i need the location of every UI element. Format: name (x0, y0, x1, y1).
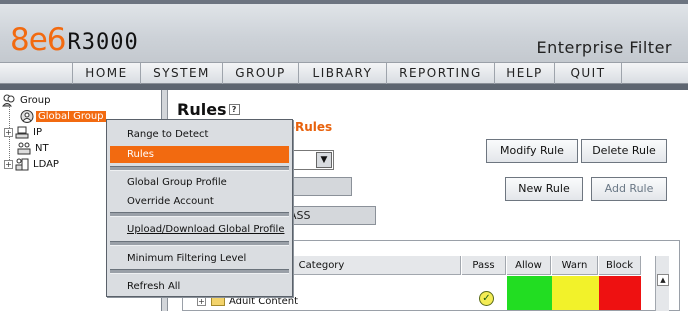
context-menu: Range to Detect Rules Global Group Profi… (106, 119, 293, 297)
nav-quit[interactable]: QUIT (554, 63, 622, 84)
category-label: Adult Content (229, 295, 298, 307)
header-banner: 8e6 R3000 Enterprise Filter (0, 0, 688, 62)
menu-separator (110, 166, 289, 171)
nav-reporting[interactable]: REPORTING (386, 63, 494, 84)
rule-field-1 (286, 177, 352, 196)
page-title: Rules ? (177, 100, 240, 119)
logo: 8e6 R3000 (10, 20, 139, 56)
logo-model: R3000 (67, 30, 139, 55)
app-window: 8e6 R3000 Enterprise Filter HOME SYSTEM … (0, 0, 688, 311)
menu-item-upload-download-profile[interactable]: Upload/Download Global Profile (110, 221, 289, 238)
users-icon (17, 142, 31, 154)
menu-item-rules[interactable]: Rules (110, 146, 289, 163)
expand-icon[interactable]: + (4, 159, 13, 169)
menu-separator (110, 241, 289, 246)
col-header-warn[interactable]: Warn (552, 256, 598, 275)
nav-system[interactable]: SYSTEM (140, 63, 222, 84)
tree-item-label: NT (35, 142, 49, 154)
chevron-down-icon[interactable]: ▼ (316, 152, 332, 168)
new-rule-button[interactable]: New Rule (505, 177, 583, 201)
expand-icon[interactable]: + (197, 296, 206, 306)
help-icon[interactable]: ? (228, 104, 240, 115)
network-icon (15, 126, 29, 138)
tree-item-label: LDAP (33, 158, 59, 170)
group-icon (2, 94, 15, 106)
col-header-allow[interactable]: Allow (507, 256, 551, 275)
add-rule-button[interactable]: Add Rule (591, 177, 667, 201)
tree-item-label: IP (33, 126, 42, 138)
rule-field-2: ASS (286, 206, 376, 225)
checkmark-icon[interactable]: ✓ (479, 291, 494, 306)
logo-brand: 8e6 (10, 22, 67, 58)
tree-item-ldap[interactable]: + LDAP (4, 156, 61, 172)
table-scrollbar[interactable]: ▲ (655, 256, 669, 311)
expand-icon[interactable]: + (4, 127, 13, 137)
rule-select[interactable]: ▼ (286, 150, 334, 170)
main-nav: HOME SYSTEM GROUP LIBRARY REPORTING HELP… (0, 62, 688, 84)
folder-icon (211, 296, 225, 306)
menu-separator (110, 212, 289, 217)
directory-icon (15, 158, 29, 170)
modify-rule-button[interactable]: Modify Rule (486, 139, 578, 163)
page-title-text: Rules (177, 100, 227, 119)
tree-root[interactable]: Group (2, 92, 52, 108)
nav-group[interactable]: GROUP (222, 63, 298, 84)
nav-library[interactable]: LIBRARY (298, 63, 386, 84)
delete-rule-button[interactable]: Delete Rule (581, 139, 667, 163)
tree-item-global-group[interactable]: Global Group (20, 108, 106, 124)
nav-help[interactable]: HELP (494, 63, 554, 84)
menu-item-override-account[interactable]: Override Account (110, 193, 289, 210)
tree-item-label: Global Group (36, 110, 106, 122)
menu-item-minimum-filtering-level[interactable]: Minimum Filtering Level (110, 250, 289, 267)
block-cell[interactable] (599, 276, 641, 310)
menu-item-range-to-detect[interactable]: Range to Detect (110, 126, 289, 143)
scroll-up-icon[interactable]: ▲ (657, 274, 669, 286)
col-header-block[interactable]: Block (599, 256, 641, 275)
tree-item-ip[interactable]: + IP (4, 124, 44, 140)
menu-item-refresh-all[interactable]: Refresh All (110, 278, 289, 295)
nav-home[interactable]: HOME (72, 63, 140, 84)
allow-cell[interactable] (507, 276, 552, 310)
header-top-border (0, 0, 688, 4)
section-subtitle: -Rules (290, 120, 333, 134)
tree-item-nt[interactable]: NT (17, 140, 51, 156)
menu-separator (110, 269, 289, 274)
warn-cell[interactable] (552, 276, 599, 310)
menu-item-global-group-profile[interactable]: Global Group Profile (110, 174, 289, 191)
product-name: Enterprise Filter (536, 38, 672, 57)
tree-root-label: Group (20, 94, 51, 106)
global-group-icon (20, 109, 34, 123)
col-header-pass[interactable]: Pass (462, 256, 506, 275)
